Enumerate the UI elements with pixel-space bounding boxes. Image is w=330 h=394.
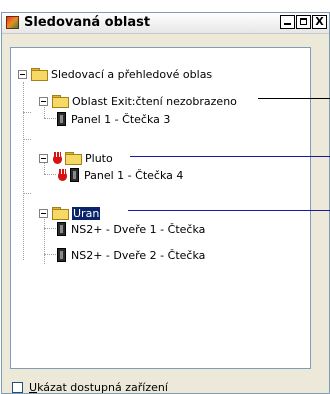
window-title: Sledovaná oblast: [24, 15, 151, 30]
collapse-toggle-icon[interactable]: [39, 208, 48, 218]
app-icon: [6, 16, 19, 29]
card-reader-icon: [70, 168, 79, 182]
tree-connector: [23, 112, 31, 114]
tree-connector: [23, 193, 31, 195]
tree-connector: [23, 82, 25, 260]
annotation-leader-line: [130, 156, 330, 157]
tree-node-reader[interactable]: NS2+ - Dveře 1 - Čtečka: [57, 221, 205, 237]
show-available-devices-checkbox[interactable]: [12, 382, 23, 393]
alarm-hand-icon: [57, 168, 69, 182]
minimize-button[interactable]: [280, 15, 295, 29]
tree-node-reader[interactable]: NS2+ - Dveře 2 - Čtečka: [57, 247, 205, 263]
tracking-area-tree[interactable]: Sledovací a přehledové oblas Oblast Exit…: [10, 47, 311, 369]
folder-icon: [52, 207, 69, 220]
folder-icon: [65, 152, 82, 165]
tree-node-reader[interactable]: Panel 1 - Čtečka 3: [57, 111, 170, 127]
tree-node-label: Sledovací a přehledové oblas: [51, 67, 213, 81]
title-bar[interactable]: Sledovaná oblast X: [2, 13, 329, 34]
tree-node-label: NS2+ - Dveře 2 - Čtečka: [71, 248, 206, 262]
tree-node-label: Pluto: [85, 151, 113, 165]
tree-node-area-uran[interactable]: Uran: [39, 205, 102, 221]
folder-icon: [52, 95, 69, 108]
annotation-leader-line: [128, 210, 330, 211]
folder-icon: [31, 68, 48, 81]
tree-node-area-exit[interactable]: Oblast Exit:čtení nezobrazeno: [39, 93, 237, 109]
tree-node-label-selected: Uran: [70, 205, 102, 221]
tracked-area-window: Sledovaná oblast X Sledovací a přehledov…: [1, 12, 330, 394]
tree-connector: [44, 214, 46, 264]
tree-node-root[interactable]: Sledovací a přehledové oblas: [18, 66, 212, 82]
tree-connector: [44, 174, 56, 176]
tree-node-area-pluto[interactable]: Pluto: [39, 150, 113, 166]
card-reader-icon: [57, 222, 66, 236]
caption-buttons: X: [279, 15, 327, 29]
maximize-button[interactable]: [296, 15, 311, 29]
close-button[interactable]: X: [312, 15, 327, 29]
card-reader-icon: [57, 248, 66, 262]
collapse-toggle-icon[interactable]: [39, 96, 48, 106]
tree-node-label: NS2+ - Dveře 1 - Čtečka: [71, 222, 206, 236]
checkbox-label: Ukázat dostupná zařízení: [29, 381, 168, 394]
show-available-devices-option[interactable]: Ukázat dostupná zařízení: [12, 381, 168, 394]
tree-connector: [44, 254, 56, 256]
tree-connector: [23, 139, 31, 141]
tree-node-reader[interactable]: Panel 1 - Čtečka 4: [57, 167, 183, 183]
card-reader-icon: [57, 112, 66, 126]
tree-connector: [44, 228, 56, 230]
tree-node-label: Panel 1 - Čtečka 4: [84, 168, 184, 182]
collapse-toggle-icon[interactable]: [39, 153, 48, 163]
tree-node-label: Panel 1 - Čtečka 3: [71, 112, 171, 126]
annotation-leader-line: [258, 98, 330, 99]
alarm-hand-icon: [52, 151, 64, 165]
tree-node-label: Oblast Exit:čtení nezobrazeno: [72, 94, 237, 108]
tree-connector: [44, 118, 56, 120]
collapse-toggle-icon[interactable]: [18, 69, 27, 79]
